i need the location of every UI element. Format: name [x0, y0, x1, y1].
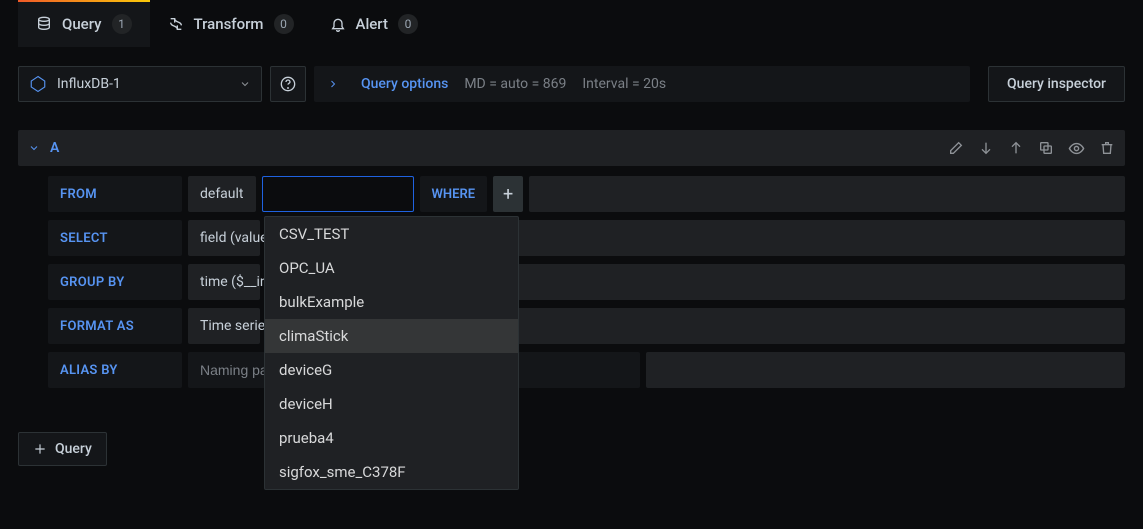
- dropdown-item[interactable]: bulkExample: [265, 285, 518, 319]
- tab-alert-badge: 0: [398, 14, 418, 34]
- dropdown-item[interactable]: prueba4: [265, 421, 518, 455]
- alias-clause: ALIAS BY: [48, 352, 1125, 388]
- select-clause: SELECT field (value): [48, 220, 1125, 256]
- dropdown-item[interactable]: deviceG: [265, 353, 518, 387]
- tab-query[interactable]: Query 1: [18, 0, 150, 47]
- dropdown-item[interactable]: CSV_TEST: [265, 217, 518, 251]
- from-clause-fill: [529, 176, 1125, 212]
- groupby-clause: GROUP BY time ($__interval): [48, 264, 1125, 300]
- query-options-label: Query options: [361, 76, 448, 92]
- move-up-icon[interactable]: [1008, 140, 1024, 156]
- bell-icon: [330, 16, 346, 32]
- datasource-picker[interactable]: InfluxDB-1: [18, 66, 262, 102]
- plus-icon: [33, 442, 47, 456]
- format-clause: FORMAT AS Time series: [48, 308, 1125, 344]
- tab-transform-badge: 0: [274, 14, 294, 34]
- where-add-button[interactable]: +: [493, 176, 523, 212]
- query-toolbar: InfluxDB-1 Query options MD = auto = 869…: [0, 48, 1143, 110]
- query-options-md: MD = auto = 869: [464, 76, 566, 92]
- alias-clause-fill: [646, 352, 1125, 388]
- tab-transform[interactable]: Transform 0: [150, 0, 312, 47]
- from-clause: FROM default WHERE +: [48, 176, 1125, 212]
- chevron-down-icon: [28, 142, 40, 154]
- tab-transform-label: Transform: [194, 15, 264, 33]
- influxdb-icon: [29, 75, 47, 93]
- query-ref-id: A: [50, 140, 59, 156]
- move-down-icon[interactable]: [978, 140, 994, 156]
- select-keyword: SELECT: [48, 220, 182, 256]
- help-icon: [280, 76, 296, 92]
- query-inspector-label: Query inspector: [1007, 76, 1106, 92]
- dropdown-item[interactable]: climaStick: [265, 319, 518, 353]
- groupby-time-segment[interactable]: time ($__interval): [188, 264, 260, 300]
- format-keyword: FORMAT AS: [48, 308, 182, 344]
- chevron-down-icon: [239, 78, 251, 90]
- dropdown-item[interactable]: deviceH: [265, 387, 518, 421]
- trash-icon[interactable]: [1099, 140, 1115, 156]
- where-keyword: WHERE: [420, 176, 488, 212]
- add-query-label: Query: [55, 441, 92, 457]
- from-keyword: FROM: [48, 176, 182, 212]
- add-query-button[interactable]: Query: [18, 432, 107, 466]
- transform-icon: [168, 16, 184, 32]
- datasource-name: InfluxDB-1: [57, 76, 121, 92]
- from-policy-segment[interactable]: default: [188, 176, 256, 212]
- query-panel: A FROM default WHERE + SELECT field (val…: [18, 130, 1125, 388]
- eye-icon[interactable]: [1068, 140, 1085, 157]
- chevron-right-icon: [327, 78, 339, 90]
- tab-query-label: Query: [62, 15, 102, 33]
- dropdown-item[interactable]: OPC_UA: [265, 251, 518, 285]
- datasource-help-button[interactable]: [270, 66, 306, 102]
- format-value-segment[interactable]: Time series: [188, 308, 260, 344]
- alias-keyword: ALIAS BY: [48, 352, 182, 388]
- edit-icon[interactable]: [948, 140, 964, 156]
- tab-alert[interactable]: Alert 0: [312, 0, 436, 47]
- tab-alert-label: Alert: [356, 15, 388, 33]
- dropdown-item[interactable]: sigfox_sme_C378F: [265, 455, 518, 489]
- from-measurement-input[interactable]: [271, 177, 405, 211]
- database-icon: [36, 16, 52, 32]
- groupby-keyword: GROUP BY: [48, 264, 182, 300]
- panel-tabs: Query 1 Transform 0 Alert 0: [0, 0, 1143, 48]
- query-options-interval: Interval = 20s: [582, 76, 666, 92]
- measurement-dropdown[interactable]: CSV_TESTOPC_UAbulkExampleclimaStickdevic…: [264, 216, 519, 490]
- query-options-bar[interactable]: Query options MD = auto = 869 Interval =…: [314, 66, 970, 102]
- select-field-segment[interactable]: field (value): [188, 220, 260, 256]
- from-measurement-input-seg[interactable]: [262, 176, 414, 212]
- query-row-header[interactable]: A: [18, 130, 1125, 166]
- copy-icon[interactable]: [1038, 140, 1054, 156]
- tab-query-badge: 1: [112, 14, 132, 34]
- query-inspector-button[interactable]: Query inspector: [988, 66, 1125, 102]
- query-row-actions: [948, 140, 1115, 157]
